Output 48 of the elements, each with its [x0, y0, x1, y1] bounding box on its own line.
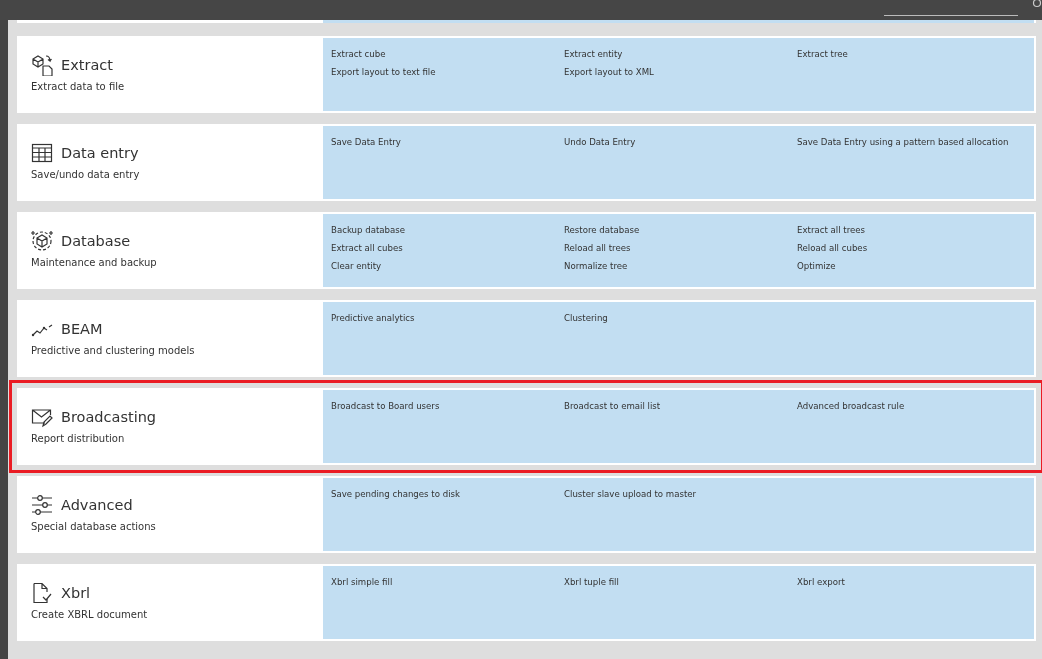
- section-title: Data entry: [61, 144, 139, 163]
- action-link[interactable]: Extract all trees: [797, 223, 866, 238]
- action-link[interactable]: Export layout to text file: [331, 65, 436, 80]
- action-link[interactable]: Cluster slave upload to master: [564, 487, 697, 502]
- cube-icon: [31, 230, 53, 252]
- section-title: Database: [61, 232, 131, 251]
- action-link[interactable]: Extract tree: [797, 47, 848, 62]
- action-link[interactable]: Optimize: [797, 259, 836, 274]
- sliders-icon: [31, 494, 53, 516]
- action-link[interactable]: Extract all cubes: [331, 241, 403, 256]
- action-link[interactable]: Extract cube: [331, 47, 386, 62]
- section-title: Advanced: [61, 496, 133, 515]
- search-icon[interactable]: [1032, 0, 1042, 8]
- action-link[interactable]: Normalize tree: [564, 259, 628, 274]
- section-subtitle: Create XBRL document: [31, 608, 149, 622]
- action-link[interactable]: Save Data Entry using a pattern based allocation: [797, 135, 1009, 150]
- section-subtitle: Predictive and clustering models: [31, 344, 196, 358]
- action-link[interactable]: Clustering: [564, 311, 608, 326]
- table-icon: [31, 142, 53, 164]
- action-link[interactable]: Save pending changes to disk: [331, 487, 460, 502]
- section-title: Xbrl: [61, 584, 91, 603]
- section-subtitle: Report distribution: [31, 432, 126, 446]
- action-link[interactable]: Xbrl simple fill: [331, 575, 393, 590]
- action-link[interactable]: Advanced broadcast rule: [797, 399, 905, 414]
- action-link[interactable]: Predictive analytics: [331, 311, 415, 326]
- document-check-icon: [31, 582, 53, 604]
- box-and-file-icon: [31, 54, 53, 76]
- action-link[interactable]: Reload all cubes: [797, 241, 868, 256]
- section-title: BEAM: [61, 320, 103, 339]
- action-link[interactable]: Clear entity: [331, 259, 382, 274]
- section-subtitle: Extract data to file: [31, 80, 126, 94]
- section-title: Extract: [61, 56, 113, 75]
- section-subtitle: Save/undo data entry: [31, 168, 141, 182]
- section-title: Broadcasting: [61, 408, 157, 427]
- envelope-pencil-icon: [31, 406, 53, 428]
- action-link[interactable]: Broadcast to email list: [564, 399, 661, 414]
- action-link[interactable]: Backup database: [331, 223, 406, 238]
- action-link[interactable]: Reload all trees: [564, 241, 631, 256]
- section-subtitle: Maintenance and backup: [31, 256, 158, 270]
- action-link[interactable]: Restore database: [564, 223, 640, 238]
- action-link[interactable]: Export layout to XML: [564, 65, 654, 80]
- action-link[interactable]: Save Data Entry: [331, 135, 401, 150]
- action-link[interactable]: Broadcast to Board users: [331, 399, 440, 414]
- action-link[interactable]: Xbrl tuple fill: [564, 575, 619, 590]
- action-link[interactable]: Xbrl export: [797, 575, 845, 590]
- section-subtitle: Special database actions: [31, 520, 157, 534]
- action-link[interactable]: Extract entity: [564, 47, 623, 62]
- action-link[interactable]: Undo Data Entry: [564, 135, 636, 150]
